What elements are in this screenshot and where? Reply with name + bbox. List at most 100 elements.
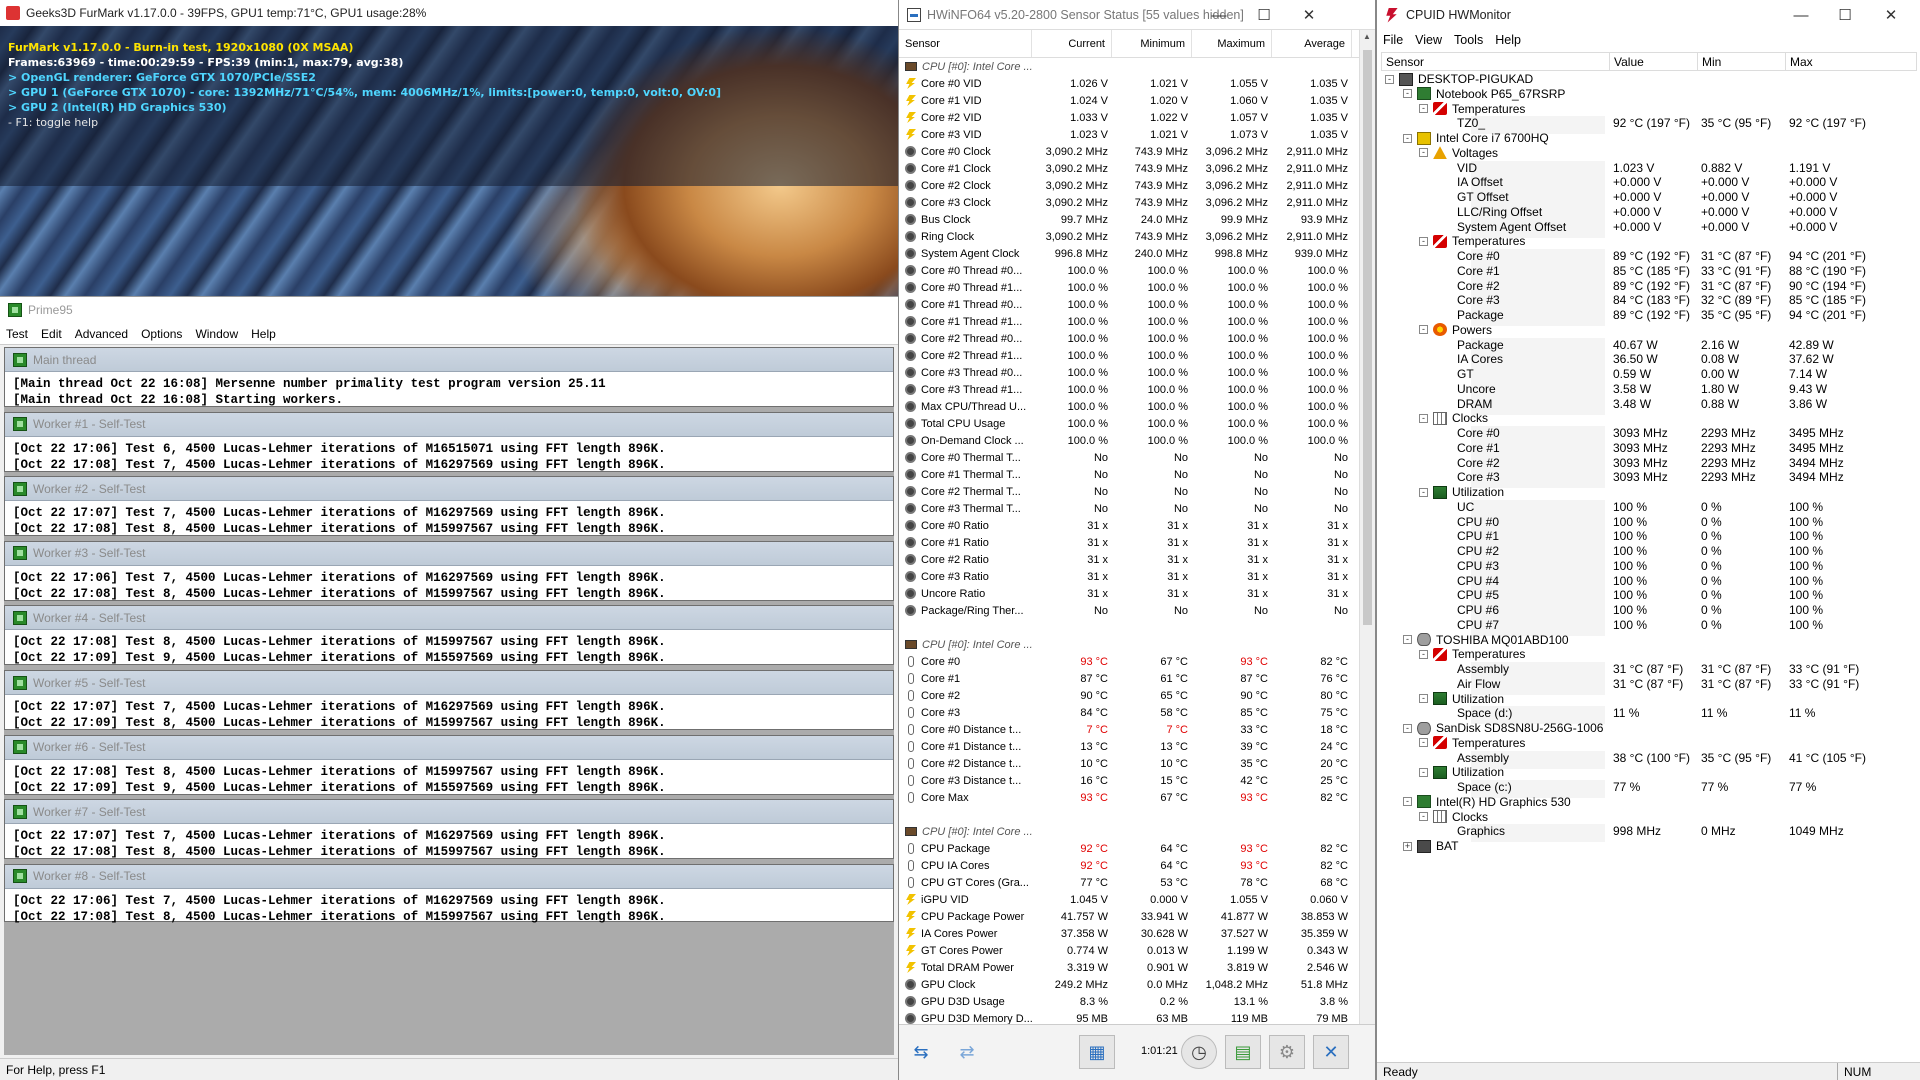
- sensor-row[interactable]: Core #0 Thermal T... No No No No: [899, 449, 1359, 466]
- tree-node[interactable]: - Powers: [1381, 323, 1917, 338]
- sensor-row[interactable]: Core #0 Thread #0... 100.0 % 100.0 % 100.0 …: [899, 262, 1359, 279]
- sensor-value-row[interactable]: TZ0_ 92 °C (197 °F) 35 °C (95 °F) 92 °C (19…: [1381, 116, 1917, 135]
- tree-node[interactable]: - Clocks: [1381, 411, 1917, 426]
- sensor-row[interactable]: Core #0 Thread #1... 100.0 % 100.0 % 100.0 …: [899, 279, 1359, 296]
- worker-window[interactable]: Worker #2 - Self-Test [Oct 22 17:07] Test…: [4, 476, 894, 537]
- worker-window[interactable]: Worker #3 - Self-Test [Oct 22 17:06] Test…: [4, 540, 894, 601]
- furmark-titlebar[interactable]: Geeks3D FurMark v1.17.0.0 - 39FPS, GPU1 …: [0, 0, 898, 26]
- worker-titlebar[interactable]: Worker #1 - Self-Test: [5, 412, 893, 437]
- worker-titlebar[interactable]: Main thread: [5, 348, 893, 372]
- maximize-button[interactable]: ☐: [1825, 0, 1865, 30]
- sensor-row[interactable]: Core #3 Ratio 31 x 31 x 31 x 31 x: [899, 568, 1359, 585]
- sensor-row[interactable]: Core #3 Thread #0... 100.0 % 100.0 % 100.0 …: [899, 364, 1359, 381]
- sensor-row[interactable]: Core #1 Thread #1... 100.0 % 100.0 % 100.0 …: [899, 313, 1359, 330]
- tree-node[interactable]: - SanDisk SD8SN8U-256G-1006: [1381, 721, 1917, 736]
- sensor-value-row[interactable]: CPU #0 100 % 0 % 100 %: [1381, 514, 1917, 533]
- worker-window[interactable]: Worker #8 - Self-Test [Oct 22 17:06] Test…: [4, 863, 894, 924]
- column-sensor[interactable]: Sensor: [1382, 53, 1610, 70]
- menu-window[interactable]: Window: [195, 327, 238, 341]
- sensor-value-row[interactable]: GT Offset +0.000 V +0.000 V +0.000 V: [1381, 190, 1917, 208]
- sensor-row[interactable]: iGPU VID 1.045 V 0.000 V 1.055 V 0.060 V: [899, 891, 1359, 908]
- sensor-row[interactable]: GT Cores Power 0.774 W 0.013 W 1.199 W 0.343…: [899, 942, 1359, 959]
- hwmonitor-titlebar[interactable]: CPUID HWMonitor — ☐ ✕: [1377, 0, 1920, 30]
- menu-advanced[interactable]: Advanced: [75, 327, 128, 341]
- expand-arrows-icon[interactable]: ⇆: [903, 1035, 939, 1069]
- tree-node[interactable]: - DESKTOP-PIGUKAD: [1381, 72, 1917, 87]
- sensor-value-row[interactable]: Package 89 °C (192 °F) 35 °C (95 °F) 94 °C …: [1381, 308, 1917, 326]
- sensor-row[interactable]: Core #3 Clock 3,090.2 MHz 743.9 MHz 3,096.2…: [899, 194, 1359, 211]
- sensor-row[interactable]: Core #1 87 °C 61 °C 87 °C 76 °C: [899, 670, 1359, 687]
- column-sensor[interactable]: Sensor: [899, 30, 1032, 57]
- menu-help[interactable]: Help: [1495, 33, 1521, 47]
- sensor-row[interactable]: Core #0 Clock 3,090.2 MHz 743.9 MHz 3,096.2…: [899, 143, 1359, 160]
- sensor-row[interactable]: Core #3 84 °C 58 °C 85 °C 75 °C: [899, 704, 1359, 721]
- network-icon[interactable]: ▦: [1079, 1035, 1115, 1069]
- sensor-value-row[interactable]: IA Cores 36.50 W 0.08 W 37.62 W: [1381, 352, 1917, 371]
- column-min[interactable]: Min: [1698, 53, 1786, 70]
- sensor-row[interactable]: Core #1 Thread #0... 100.0 % 100.0 % 100.0 …: [899, 296, 1359, 313]
- collapse-icon[interactable]: -: [1419, 148, 1428, 158]
- sensor-value-row[interactable]: Uncore 3.58 W 1.80 W 9.43 W: [1381, 381, 1917, 400]
- sensor-row[interactable]: Core #2 Ratio 31 x 31 x 31 x 31 x: [899, 551, 1359, 568]
- sensor-value-row[interactable]: CPU #1 100 % 0 % 100 %: [1381, 529, 1917, 548]
- sensor-row[interactable]: Core #2 Thread #0... 100.0 % 100.0 % 100.0 …: [899, 330, 1359, 347]
- sensor-row[interactable]: On-Demand Clock ... 100.0 % 100.0 % 100.0 %…: [899, 432, 1359, 449]
- close-button[interactable]: ✕: [1289, 0, 1329, 30]
- worker-titlebar[interactable]: Worker #8 - Self-Test: [5, 864, 893, 889]
- sensor-row[interactable]: Uncore Ratio 31 x 31 x 31 x 31 x: [899, 585, 1359, 602]
- sensor-value-row[interactable]: CPU #5 100 % 0 % 100 %: [1381, 588, 1917, 607]
- sensor-row[interactable]: Core #2 VID 1.033 V 1.022 V 1.057 V 1.035 V: [899, 109, 1359, 126]
- sensor-row[interactable]: Core #0 Ratio 31 x 31 x 31 x 31 x: [899, 517, 1359, 534]
- sensor-row[interactable]: Core #2 Clock 3,090.2 MHz 743.9 MHz 3,096.2…: [899, 177, 1359, 194]
- main-thread-window[interactable]: Main thread [Main thread Oct 22 16:08] Me…: [4, 347, 894, 407]
- sensor-value-row[interactable]: Core #1 85 °C (185 °F) 33 °C (91 °F) 88 °C …: [1381, 263, 1917, 282]
- sensor-row[interactable]: Bus Clock 99.7 MHz 24.0 MHz 99.9 MHz 93.9 MH…: [899, 211, 1359, 228]
- collapse-icon[interactable]: -: [1419, 236, 1428, 246]
- collapse-icon[interactable]: -: [1419, 325, 1428, 335]
- exit-icon[interactable]: ✕: [1313, 1035, 1349, 1069]
- tree-node[interactable]: + BAT: [1381, 839, 1917, 854]
- worker-window[interactable]: Worker #4 - Self-Test [Oct 22 17:08] Test…: [4, 605, 894, 666]
- collapse-icon[interactable]: -: [1419, 767, 1428, 777]
- collapse-icon[interactable]: -: [1419, 413, 1428, 423]
- sensor-row[interactable]: Core #2 Thread #1... 100.0 % 100.0 % 100.0 …: [899, 347, 1359, 364]
- sensor-value-row[interactable]: Graphics 998 MHz 0 MHz 1049 MHz: [1381, 824, 1917, 843]
- menu-help[interactable]: Help: [251, 327, 276, 341]
- sensor-row[interactable]: Core #1 Ratio 31 x 31 x 31 x 31 x: [899, 534, 1359, 551]
- tree-node[interactable]: - Intel Core i7 6700HQ: [1381, 131, 1917, 146]
- sensor-group-header[interactable]: CPU [#0]: Intel Core ...: [899, 58, 1359, 75]
- clock-icon[interactable]: ◷: [1181, 1035, 1217, 1069]
- sensor-value-row[interactable]: VID 1.023 V 0.882 V 1.191 V: [1381, 160, 1917, 179]
- tree-node[interactable]: - Utilization: [1381, 485, 1917, 500]
- sensor-row[interactable]: Core #3 Distance t... 16 °C 15 °C 42 °C 25 °…: [899, 772, 1359, 789]
- collapse-icon[interactable]: -: [1403, 797, 1412, 807]
- collapse-icon[interactable]: -: [1403, 635, 1412, 644]
- sensor-value-row[interactable]: GT 0.59 W 0.00 W 7.14 W: [1381, 367, 1917, 385]
- settings-gear-icon[interactable]: ⚙: [1269, 1035, 1305, 1069]
- expand-icon[interactable]: +: [1403, 841, 1412, 851]
- prime95-titlebar[interactable]: Prime95: [0, 297, 898, 323]
- sensor-row[interactable]: Core #3 Thermal T... No No No No: [899, 500, 1359, 517]
- sensor-row[interactable]: CPU GT Cores (Gra... 77 °C 53 °C 78 °C 68 °C: [899, 874, 1359, 891]
- sensor-value-row[interactable]: Core #2 3093 MHz 2293 MHz 3494 MHz: [1381, 455, 1917, 474]
- sensor-value-row[interactable]: CPU #2 100 % 0 % 100 %: [1381, 544, 1917, 562]
- menu-test[interactable]: Test: [6, 327, 28, 341]
- hwinfo-titlebar[interactable]: HWiNFO64 v5.20-2800 Sensor Status [55 va…: [899, 0, 1375, 30]
- sensor-row[interactable]: Core #0 93 °C 67 °C 93 °C 82 °C: [899, 653, 1359, 670]
- sensor-value-row[interactable]: LLC/Ring Offset +0.000 V +0.000 V +0.000 V: [1381, 204, 1917, 223]
- sensor-row[interactable]: Core #0 VID 1.026 V 1.021 V 1.055 V 1.035 V: [899, 75, 1359, 92]
- sensor-row[interactable]: Total DRAM Power 3.319 W 0.901 W 3.819 W 2.5…: [899, 959, 1359, 976]
- collapse-icon[interactable]: -: [1385, 74, 1394, 84]
- tree-node[interactable]: - Temperatures: [1381, 234, 1917, 249]
- sensor-row[interactable]: Ring Clock 3,090.2 MHz 743.9 MHz 3,096.2 MH…: [899, 228, 1359, 245]
- menu-options[interactable]: Options: [141, 327, 182, 341]
- collapse-icon[interactable]: -: [1403, 89, 1412, 99]
- collapse-icon[interactable]: -: [1419, 694, 1428, 703]
- sensor-row[interactable]: System Agent Clock 996.8 MHz 240.0 MHz 998.…: [899, 245, 1359, 262]
- column-max[interactable]: Max: [1786, 53, 1916, 70]
- sensor-row[interactable]: IA Cores Power 37.358 W 30.628 W 37.527 W 35…: [899, 925, 1359, 942]
- sensor-row[interactable]: GPU D3D Usage 8.3 % 0.2 % 13.1 % 3.8 %: [899, 993, 1359, 1010]
- report-icon[interactable]: ▤: [1225, 1035, 1261, 1069]
- sensor-value-row[interactable]: System Agent Offset +0.000 V +0.000 V +0.00…: [1381, 219, 1917, 238]
- worker-window[interactable]: Worker #5 - Self-Test [Oct 22 17:07] Test…: [4, 670, 894, 730]
